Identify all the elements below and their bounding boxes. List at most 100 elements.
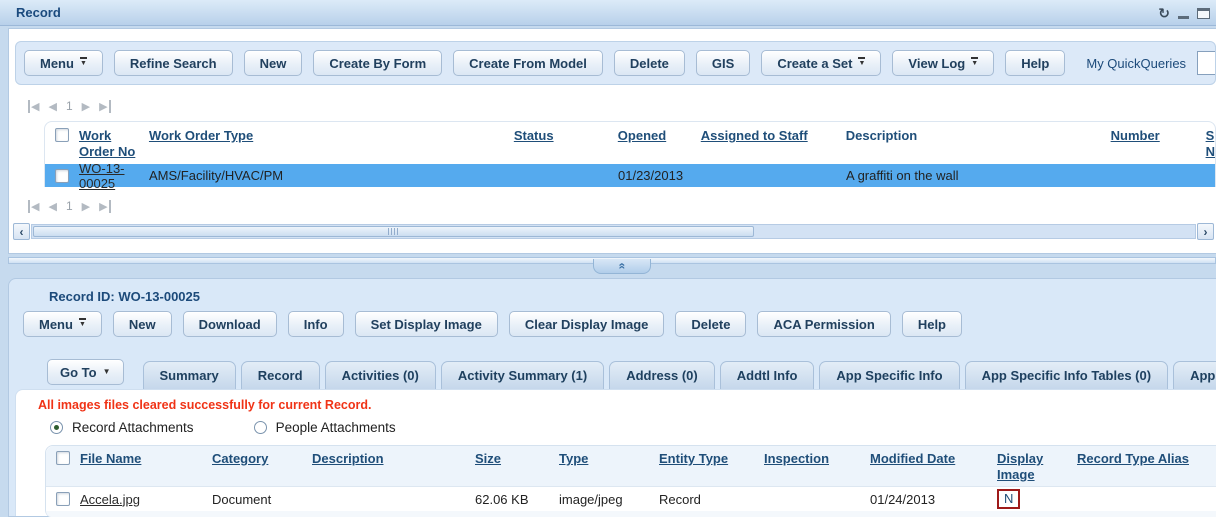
work-order-link[interactable]: WO-13-00025 <box>79 161 125 191</box>
gis-label: GIS <box>712 56 734 71</box>
col-cut-line1: S <box>1206 128 1215 144</box>
col-opened[interactable]: Opened <box>618 128 701 144</box>
cell-size: 62.06 KB <box>475 492 559 507</box>
scrollbar-track[interactable] <box>31 224 1196 239</box>
help-label: Help <box>1021 56 1049 71</box>
aca-permission-button[interactable]: ACA Permission <box>757 311 890 337</box>
delete-button[interactable]: Delete <box>614 50 685 76</box>
maximize-icon[interactable] <box>1197 8 1210 19</box>
create-by-form-button[interactable]: Create By Form <box>313 50 442 76</box>
work-order-row[interactable]: WO-13-00025 AMS/Facility/HVAC/PM 01/23/2… <box>45 164 1215 187</box>
col-modified-date[interactable]: Modified Date <box>870 451 997 467</box>
header-checkbox-cell <box>46 451 80 465</box>
scroll-left-icon[interactable]: ‹ <box>13 223 30 240</box>
record-attachments-radio[interactable] <box>50 421 63 434</box>
delete-label: Delete <box>630 56 669 71</box>
create-a-set-button[interactable]: Create a Set ▼ <box>761 50 881 76</box>
col-category[interactable]: Category <box>212 451 312 467</box>
menu-button[interactable]: Menu ▼ <box>24 50 103 76</box>
people-attachments-radio[interactable] <box>254 421 267 434</box>
tab-applicant-cut[interactable]: Applic <box>1173 361 1216 389</box>
row-checkbox[interactable] <box>56 492 70 506</box>
cell-entity-type: Record <box>659 492 764 507</box>
col-display-image[interactable]: Display Image <box>997 451 1077 483</box>
set-display-image-label: Set Display Image <box>371 317 482 332</box>
tab-summary[interactable]: Summary <box>143 361 236 389</box>
splitter-collapse-handle[interactable]: « <box>593 259 651 274</box>
col-number[interactable]: Number <box>1111 128 1206 144</box>
cell-work-order-no[interactable]: WO-13-00025 <box>79 161 149 191</box>
tab-app-specific-info[interactable]: App Specific Info <box>819 361 959 389</box>
next-page-icon[interactable]: ▶ <box>82 200 90 213</box>
clear-display-image-label: Clear Display Image <box>525 317 649 332</box>
detail-help-label: Help <box>918 317 946 332</box>
first-page-icon[interactable]: ◀ <box>28 200 39 213</box>
last-page-icon[interactable]: ▶ <box>99 200 110 213</box>
select-all-checkbox[interactable] <box>56 451 70 465</box>
tab-activities[interactable]: Activities (0) <box>325 361 436 389</box>
window-controls: ↻ <box>1158 0 1210 26</box>
select-all-checkbox[interactable] <box>55 128 69 142</box>
col-inspection[interactable]: Inspection <box>764 451 870 467</box>
aca-permission-label: ACA Permission <box>773 317 874 332</box>
status-message: All images files cleared successfully fo… <box>38 398 1216 412</box>
col-file-name[interactable]: File Name <box>80 451 212 467</box>
set-display-image-button[interactable]: Set Display Image <box>355 311 498 337</box>
prev-page-icon[interactable]: ◀ <box>48 100 56 113</box>
go-to-button[interactable]: Go To ▼ <box>47 359 124 385</box>
download-button[interactable]: Download <box>183 311 277 337</box>
tab-address[interactable]: Address (0) <box>609 361 715 389</box>
refresh-icon[interactable]: ↻ <box>1158 6 1170 20</box>
record-id-label: Record ID: WO-13-00025 <box>49 289 1216 304</box>
col-type[interactable]: Type <box>559 451 659 467</box>
dropdown-arrow-icon: ▼ <box>103 368 111 376</box>
col-work-order-type[interactable]: Work Order Type <box>149 128 514 144</box>
attachment-row[interactable]: Accela.jpg Document 62.06 KB image/jpeg … <box>46 487 1216 511</box>
col-cut-line2: N <box>1206 144 1215 160</box>
refine-search-button[interactable]: Refine Search <box>114 50 233 76</box>
clear-display-image-button[interactable]: Clear Display Image <box>509 311 665 337</box>
prev-page-icon[interactable]: ◀ <box>48 200 56 213</box>
scrollbar-thumb[interactable] <box>33 226 754 237</box>
minimize-icon[interactable] <box>1178 16 1189 19</box>
first-page-icon[interactable]: ◀ <box>28 100 39 113</box>
col-record-type-alias[interactable]: Record Type Alias <box>1077 451 1216 467</box>
view-log-button[interactable]: View Log ▼ <box>892 50 994 76</box>
col-description[interactable]: Description <box>312 451 475 467</box>
detail-new-button[interactable]: New <box>113 311 172 337</box>
col-size[interactable]: Size <box>475 451 559 467</box>
cell-file-name[interactable]: Accela.jpg <box>80 492 212 507</box>
col-entity-type[interactable]: Entity Type <box>659 451 764 467</box>
info-button[interactable]: Info <box>288 311 344 337</box>
col-work-order-no[interactable]: Work Order No <box>79 128 149 160</box>
go-to-label: Go To <box>60 365 97 380</box>
row-checkbox[interactable] <box>55 169 69 183</box>
horizontal-scrollbar[interactable]: ‹ › <box>13 223 1214 240</box>
scroll-right-icon[interactable]: › <box>1197 223 1214 240</box>
new-button[interactable]: New <box>244 50 303 76</box>
dropdown-arrow-icon: ▼ <box>80 57 87 67</box>
col-assigned-to-staff[interactable]: Assigned to Staff <box>701 128 846 144</box>
page-number: 1 <box>66 99 73 113</box>
help-button[interactable]: Help <box>1005 50 1065 76</box>
cell-type: image/jpeg <box>559 492 659 507</box>
detail-help-button[interactable]: Help <box>902 311 962 337</box>
next-page-icon[interactable]: ▶ <box>82 100 90 113</box>
col-status[interactable]: Status <box>514 128 618 144</box>
last-page-icon[interactable]: ▶ <box>99 100 110 113</box>
detail-delete-button[interactable]: Delete <box>675 311 746 337</box>
pager-top: ◀ ◀ 1 ▶ ▶ <box>28 99 1216 113</box>
tab-record[interactable]: Record <box>241 361 320 389</box>
new-label: New <box>260 56 287 71</box>
tab-activity-summary[interactable]: Activity Summary (1) <box>441 361 604 389</box>
file-name-link[interactable]: Accela.jpg <box>80 492 140 507</box>
tab-addtl-info[interactable]: Addtl Info <box>720 361 815 389</box>
col-cut-off[interactable]: S N <box>1206 128 1215 160</box>
tab-app-specific-info-tables[interactable]: App Specific Info Tables (0) <box>965 361 1169 389</box>
header-checkbox-cell <box>45 128 79 142</box>
cell-modified-date: 01/24/2013 <box>870 492 997 507</box>
create-from-model-button[interactable]: Create From Model <box>453 50 603 76</box>
detail-menu-button[interactable]: Menu ▼ <box>23 311 102 337</box>
gis-button[interactable]: GIS <box>696 50 750 76</box>
quickqueries-select[interactable] <box>1197 51 1216 75</box>
